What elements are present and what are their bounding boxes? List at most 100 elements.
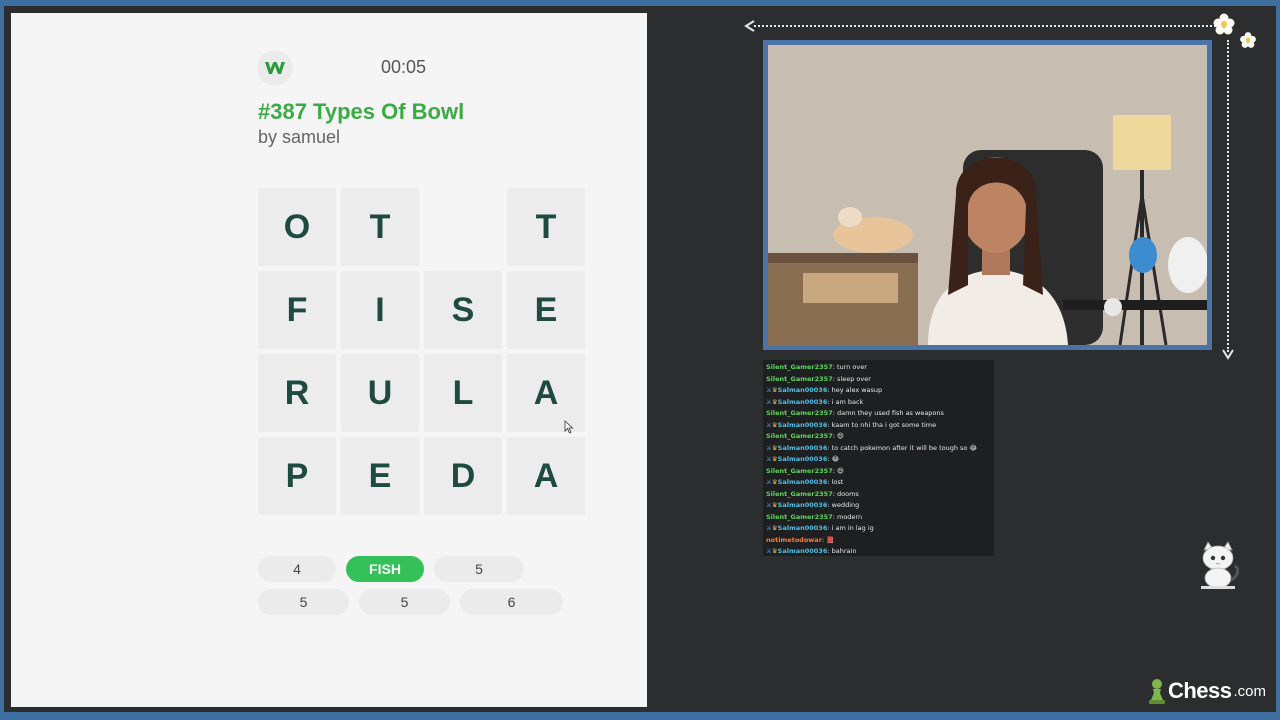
- word-slot[interactable]: 6: [460, 589, 563, 615]
- chat-username[interactable]: notimetodowar: [766, 536, 822, 544]
- chat-message: Silent_Gamer2357: damn they used fish as…: [766, 408, 991, 420]
- letter-tile[interactable]: E: [341, 437, 419, 515]
- chat-text: i am in lag ig: [831, 524, 874, 532]
- empty-tile: [424, 188, 502, 266]
- chess-brand-name: Chess: [1167, 678, 1232, 703]
- chat-message: Silent_Gamer2357: modern: [766, 512, 991, 524]
- chat-message: ⚔♛Salman00036: bahrain: [766, 546, 991, 556]
- stream-frame-top: [0, 0, 1280, 6]
- word-slot[interactable]: 5: [258, 589, 349, 615]
- letter-tile[interactable]: A: [507, 437, 585, 515]
- stream-frame-bottom: [0, 712, 1280, 720]
- chat-username[interactable]: Salman00036: [778, 444, 828, 452]
- chat-text: hey alex wasup: [831, 386, 883, 394]
- chat-username[interactable]: Silent_Gamer2357: [766, 490, 833, 498]
- chat-text: to catch pokemon after it will be tough …: [831, 443, 978, 452]
- chat-text: i am back: [831, 397, 864, 406]
- letter-tile[interactable]: T: [341, 188, 419, 266]
- decorative-dotted-line-vertical: [1227, 40, 1229, 352]
- letter-tile[interactable]: D: [424, 437, 502, 515]
- letter-tile[interactable]: S: [424, 271, 502, 349]
- chat-message: ⚔♛Salman00036: lost: [766, 477, 991, 489]
- chat-username[interactable]: Salman00036: [778, 421, 828, 429]
- letter-grid: O T T F I S E R U L A P E D A: [258, 188, 585, 515]
- streamer-webcam-image: [768, 45, 1207, 345]
- chat-username[interactable]: Silent_Gamer2357: [766, 467, 833, 475]
- word-slot[interactable]: 5: [434, 556, 524, 582]
- word-slot[interactable]: 5: [359, 589, 450, 615]
- chat-message: Silent_Gamer2357: sleep over: [766, 374, 991, 386]
- cat-sticker-icon: [1201, 541, 1240, 589]
- stream-chat: Silent_Gamer2357: turn over Silent_Gamer2…: [763, 360, 994, 556]
- word-slot-found[interactable]: FISH: [346, 556, 424, 582]
- chat-text: turn over: [837, 363, 867, 371]
- webcam-feed: [768, 45, 1207, 345]
- chat-text: 📕: [826, 535, 835, 544]
- word-slot[interactable]: 4: [258, 556, 336, 582]
- chat-message: Silent_Gamer2357: dooms: [766, 489, 991, 501]
- stream-frame-left: [0, 0, 4, 720]
- pawn-icon: [1148, 679, 1165, 704]
- chat-text: bahrain: [831, 547, 857, 555]
- chat-username[interactable]: Salman00036: [778, 478, 828, 486]
- app-logo[interactable]: [257, 50, 293, 86]
- chat-username[interactable]: Salman00036: [778, 501, 828, 509]
- chat-message: ⚔♛Salman00036: i am back: [766, 397, 991, 409]
- decorative-dotted-line: [754, 25, 1216, 27]
- chat-username[interactable]: Salman00036: [778, 547, 828, 555]
- mouse-cursor-icon: [564, 420, 574, 434]
- chat-text: kaam to nhi tha i got some time: [831, 420, 937, 429]
- chat-username[interactable]: Salman00036: [778, 398, 828, 406]
- letter-tile[interactable]: R: [258, 354, 336, 432]
- chat-username[interactable]: Silent_Gamer2357: [766, 409, 833, 417]
- chat-message: ⚔♛Salman00036: hey alex wasup: [766, 385, 991, 397]
- chat-username[interactable]: Silent_Gamer2357: [766, 375, 833, 383]
- chat-text: 😄: [837, 466, 844, 475]
- game-panel: 00:05 #387 Types Of Bowl by samuel O T T…: [11, 13, 647, 707]
- chess-brand-suffix: .com: [1233, 682, 1266, 700]
- chat-message: notimetodowar: 📕: [766, 535, 991, 547]
- chat-username[interactable]: Silent_Gamer2357: [766, 432, 833, 440]
- chat-username[interactable]: Salman00036: [778, 524, 828, 532]
- puzzle-title: #387 Types Of Bowl: [258, 99, 465, 124]
- chat-username[interactable]: Salman00036: [778, 386, 828, 394]
- chat-message: ⚔♛Salman00036: wedding: [766, 500, 991, 512]
- chat-message: Silent_Gamer2357: turn over: [766, 362, 991, 374]
- word-slots-row-2: 5 5 6: [258, 589, 563, 615]
- letter-tile[interactable]: F: [258, 271, 336, 349]
- word-slots-row-1: 4 FISH 5: [258, 556, 524, 582]
- letter-tile[interactable]: P: [258, 437, 336, 515]
- chat-text: sleep over: [837, 374, 871, 383]
- chat-text: modern: [837, 512, 863, 521]
- stream-frame-right: [1276, 0, 1280, 720]
- chat-message: Silent_Gamer2357: 😄: [766, 431, 991, 443]
- chat-text: lost: [831, 478, 844, 486]
- chat-message: ⚔♛Salman00036: kaam to nhi tha i got som…: [766, 420, 991, 432]
- chat-username[interactable]: Silent_Gamer2357: [766, 363, 833, 371]
- flower-decoration-icon: [1213, 13, 1256, 48]
- arrow-left-icon: [744, 20, 755, 32]
- letter-tile[interactable]: I: [341, 271, 419, 349]
- chat-message: Silent_Gamer2357: 😄: [766, 466, 991, 478]
- arrow-down-icon: [1222, 349, 1234, 360]
- letter-tile[interactable]: O: [258, 188, 336, 266]
- chat-username[interactable]: Salman00036: [778, 455, 828, 463]
- letter-tile[interactable]: L: [424, 354, 502, 432]
- letter-tile[interactable]: E: [507, 271, 585, 349]
- chat-message: ⚔♛Salman00036: i am in lag ig: [766, 523, 991, 535]
- chat-text: dooms: [837, 489, 859, 498]
- chat-text: 😄: [837, 432, 844, 440]
- letter-tile[interactable]: U: [341, 354, 419, 432]
- w-logo-icon: [265, 62, 285, 74]
- letter-tile[interactable]: T: [507, 188, 585, 266]
- chat-message: ⚔♛Salman00036: to catch pokemon after it…: [766, 443, 991, 455]
- chat-text: damn they used fish as weapons: [837, 409, 944, 417]
- chat-message: ⚔♛Salman00036: 😂: [766, 454, 991, 466]
- chat-text: wedding: [831, 501, 860, 509]
- chess-com-logo: Chess .com: [1148, 676, 1266, 706]
- webcam-frame: [763, 40, 1212, 350]
- game-timer: 00:05: [381, 57, 427, 77]
- chat-text: 😂: [831, 455, 840, 463]
- puzzle-author: by samuel: [258, 127, 341, 147]
- chat-username[interactable]: Silent_Gamer2357: [766, 513, 833, 521]
